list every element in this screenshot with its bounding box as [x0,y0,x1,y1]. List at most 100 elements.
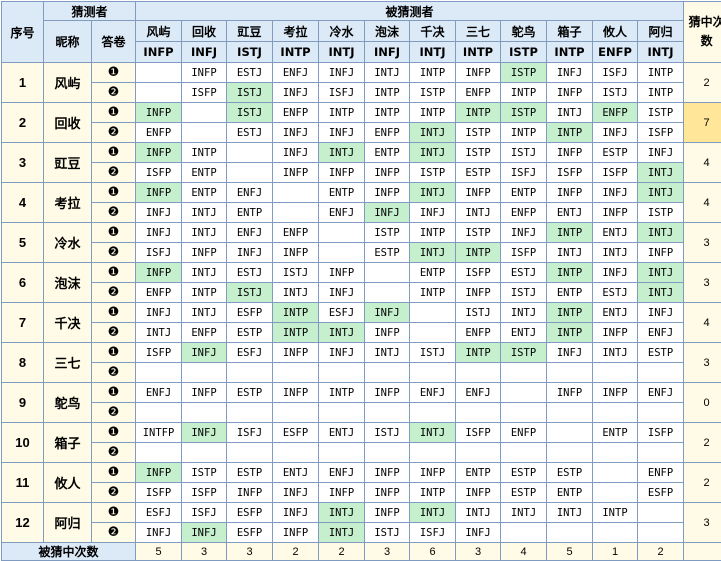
guess-cell: ENFJ [638,383,684,403]
guess-cell: INTJ [410,183,456,203]
guess-cell [638,403,684,423]
guess-cell: INFP [136,263,182,283]
guess-cell: INFJ [136,203,182,223]
guess-cell: ENFP [456,323,501,343]
guess-cell [136,363,182,383]
row-seq: 12 [2,503,44,543]
player-name-header: 箱子 [547,21,593,42]
guess-cell: INTJ [365,63,410,83]
row-nickname: 考拉 [44,183,92,223]
guess-cell: ISTP [501,343,547,363]
guess-cell: INTP [319,383,365,403]
guess-cell: INTJ [501,303,547,323]
row-seq: 11 [2,463,44,503]
guess-cell [365,403,410,423]
sheet-mark: ❷ [92,123,136,143]
guess-cell [410,323,456,343]
guess-cell [136,403,182,423]
guess-cell: ISFP [593,163,638,183]
guess-cell: INFP [547,183,593,203]
guess-cell [136,63,182,83]
row-seq: 5 [2,223,44,263]
guess-cell: INFJ [273,143,319,163]
guess-cell: INTP [456,343,501,363]
sheet-mark: ❶ [92,183,136,203]
guess-cell: ENTJ [273,463,319,483]
guess-cell [456,443,501,463]
header-nick: 昵称 [44,21,92,63]
guess-cell: ENTJ [547,203,593,223]
guess-cell: INTJ [638,263,684,283]
header-guessed: 被猜测者 [136,2,684,21]
guess-cell: INFP [273,383,319,403]
guess-cell [365,263,410,283]
sheet-mark: ❷ [92,443,136,463]
table-row: ❷ [2,443,721,463]
guess-cell: ISTJ [501,283,547,303]
player-name-header: 回收 [182,21,227,42]
guess-cell: INTJ [456,503,501,523]
guess-cell: INTP [410,283,456,303]
guess-cell: INFJ [593,263,638,283]
guess-cell: INFJ [227,243,273,263]
guess-cell [319,403,365,423]
guess-cell: ISTJ [456,303,501,323]
row-seq: 1 [2,63,44,103]
guess-cell: ESTP [227,323,273,343]
guess-cell: INTJ [410,423,456,443]
guess-cell [227,403,273,423]
guess-cell [410,363,456,383]
guess-cell: INTJ [319,143,365,163]
player-type-header: ENFP [593,42,638,63]
guess-cell: ISTP [638,203,684,223]
guess-cell: INTJ [638,163,684,183]
guess-cell: INTP [547,323,593,343]
table-row: ❷ISFJINFPINFJINFPESTPINTJINTPISFPINTJINT… [2,243,721,263]
guess-cell [501,443,547,463]
guess-cell: ENFJ [638,323,684,343]
player-type-header: INFJ [365,42,410,63]
guess-cell [182,363,227,383]
guess-cell: INFJ [365,203,410,223]
guess-cell: INTP [410,103,456,123]
guess-cell: INFP [319,483,365,503]
guess-cell: ESTP [227,383,273,403]
guess-cell: INTP [547,303,593,323]
guess-cell: ENFJ [410,383,456,403]
guess-cell: INTJ [501,503,547,523]
guess-cell: ISFJ [319,83,365,103]
guess-cell: ISFP [136,163,182,183]
sheet-mark: ❶ [92,263,136,283]
guess-cell: INTP [182,283,227,303]
guess-cell: ENTP [456,463,501,483]
guess-cell: ESFJ [136,503,182,523]
guess-cell: ENTP [182,163,227,183]
guess-cell: ISFP [182,483,227,503]
table-row: ❷INFJINTJENTPENFJINFJINFJINTJENFPENTJINF… [2,203,721,223]
guess-cell: INFJ [638,303,684,323]
guess-cell: ESTJ [593,283,638,303]
player-type-header: INTP [547,42,593,63]
guess-cell: INTFP [136,423,182,443]
guessed-count: 3 [456,543,501,561]
guess-cell: ISTP [456,223,501,243]
guess-cell [273,403,319,423]
guess-cell: ISTJ [227,283,273,303]
table-row: ❷ISFPENTPINFPINFPINFPISTPESTPISFJISFPISF… [2,163,721,183]
guessed-count: 6 [410,543,456,561]
guess-cell: ENFP [273,103,319,123]
sheet-mark: ❷ [92,203,136,223]
guess-cell: INFP [638,243,684,263]
row-nickname: 鸵鸟 [44,383,92,423]
guess-cell: INFP [547,143,593,163]
guess-cell: ENFP [136,123,182,143]
guess-cell: INFJ [365,303,410,323]
row-nickname: 回收 [44,103,92,143]
player-name-header: 考拉 [273,21,319,42]
row-nickname: 箱子 [44,423,92,463]
guess-cell: ISFP [547,163,593,183]
player-type-header: INTJ [319,42,365,63]
guess-cell: ISTP [410,83,456,103]
guess-cell: ENFJ [319,463,365,483]
sheet-mark: ❷ [92,163,136,183]
